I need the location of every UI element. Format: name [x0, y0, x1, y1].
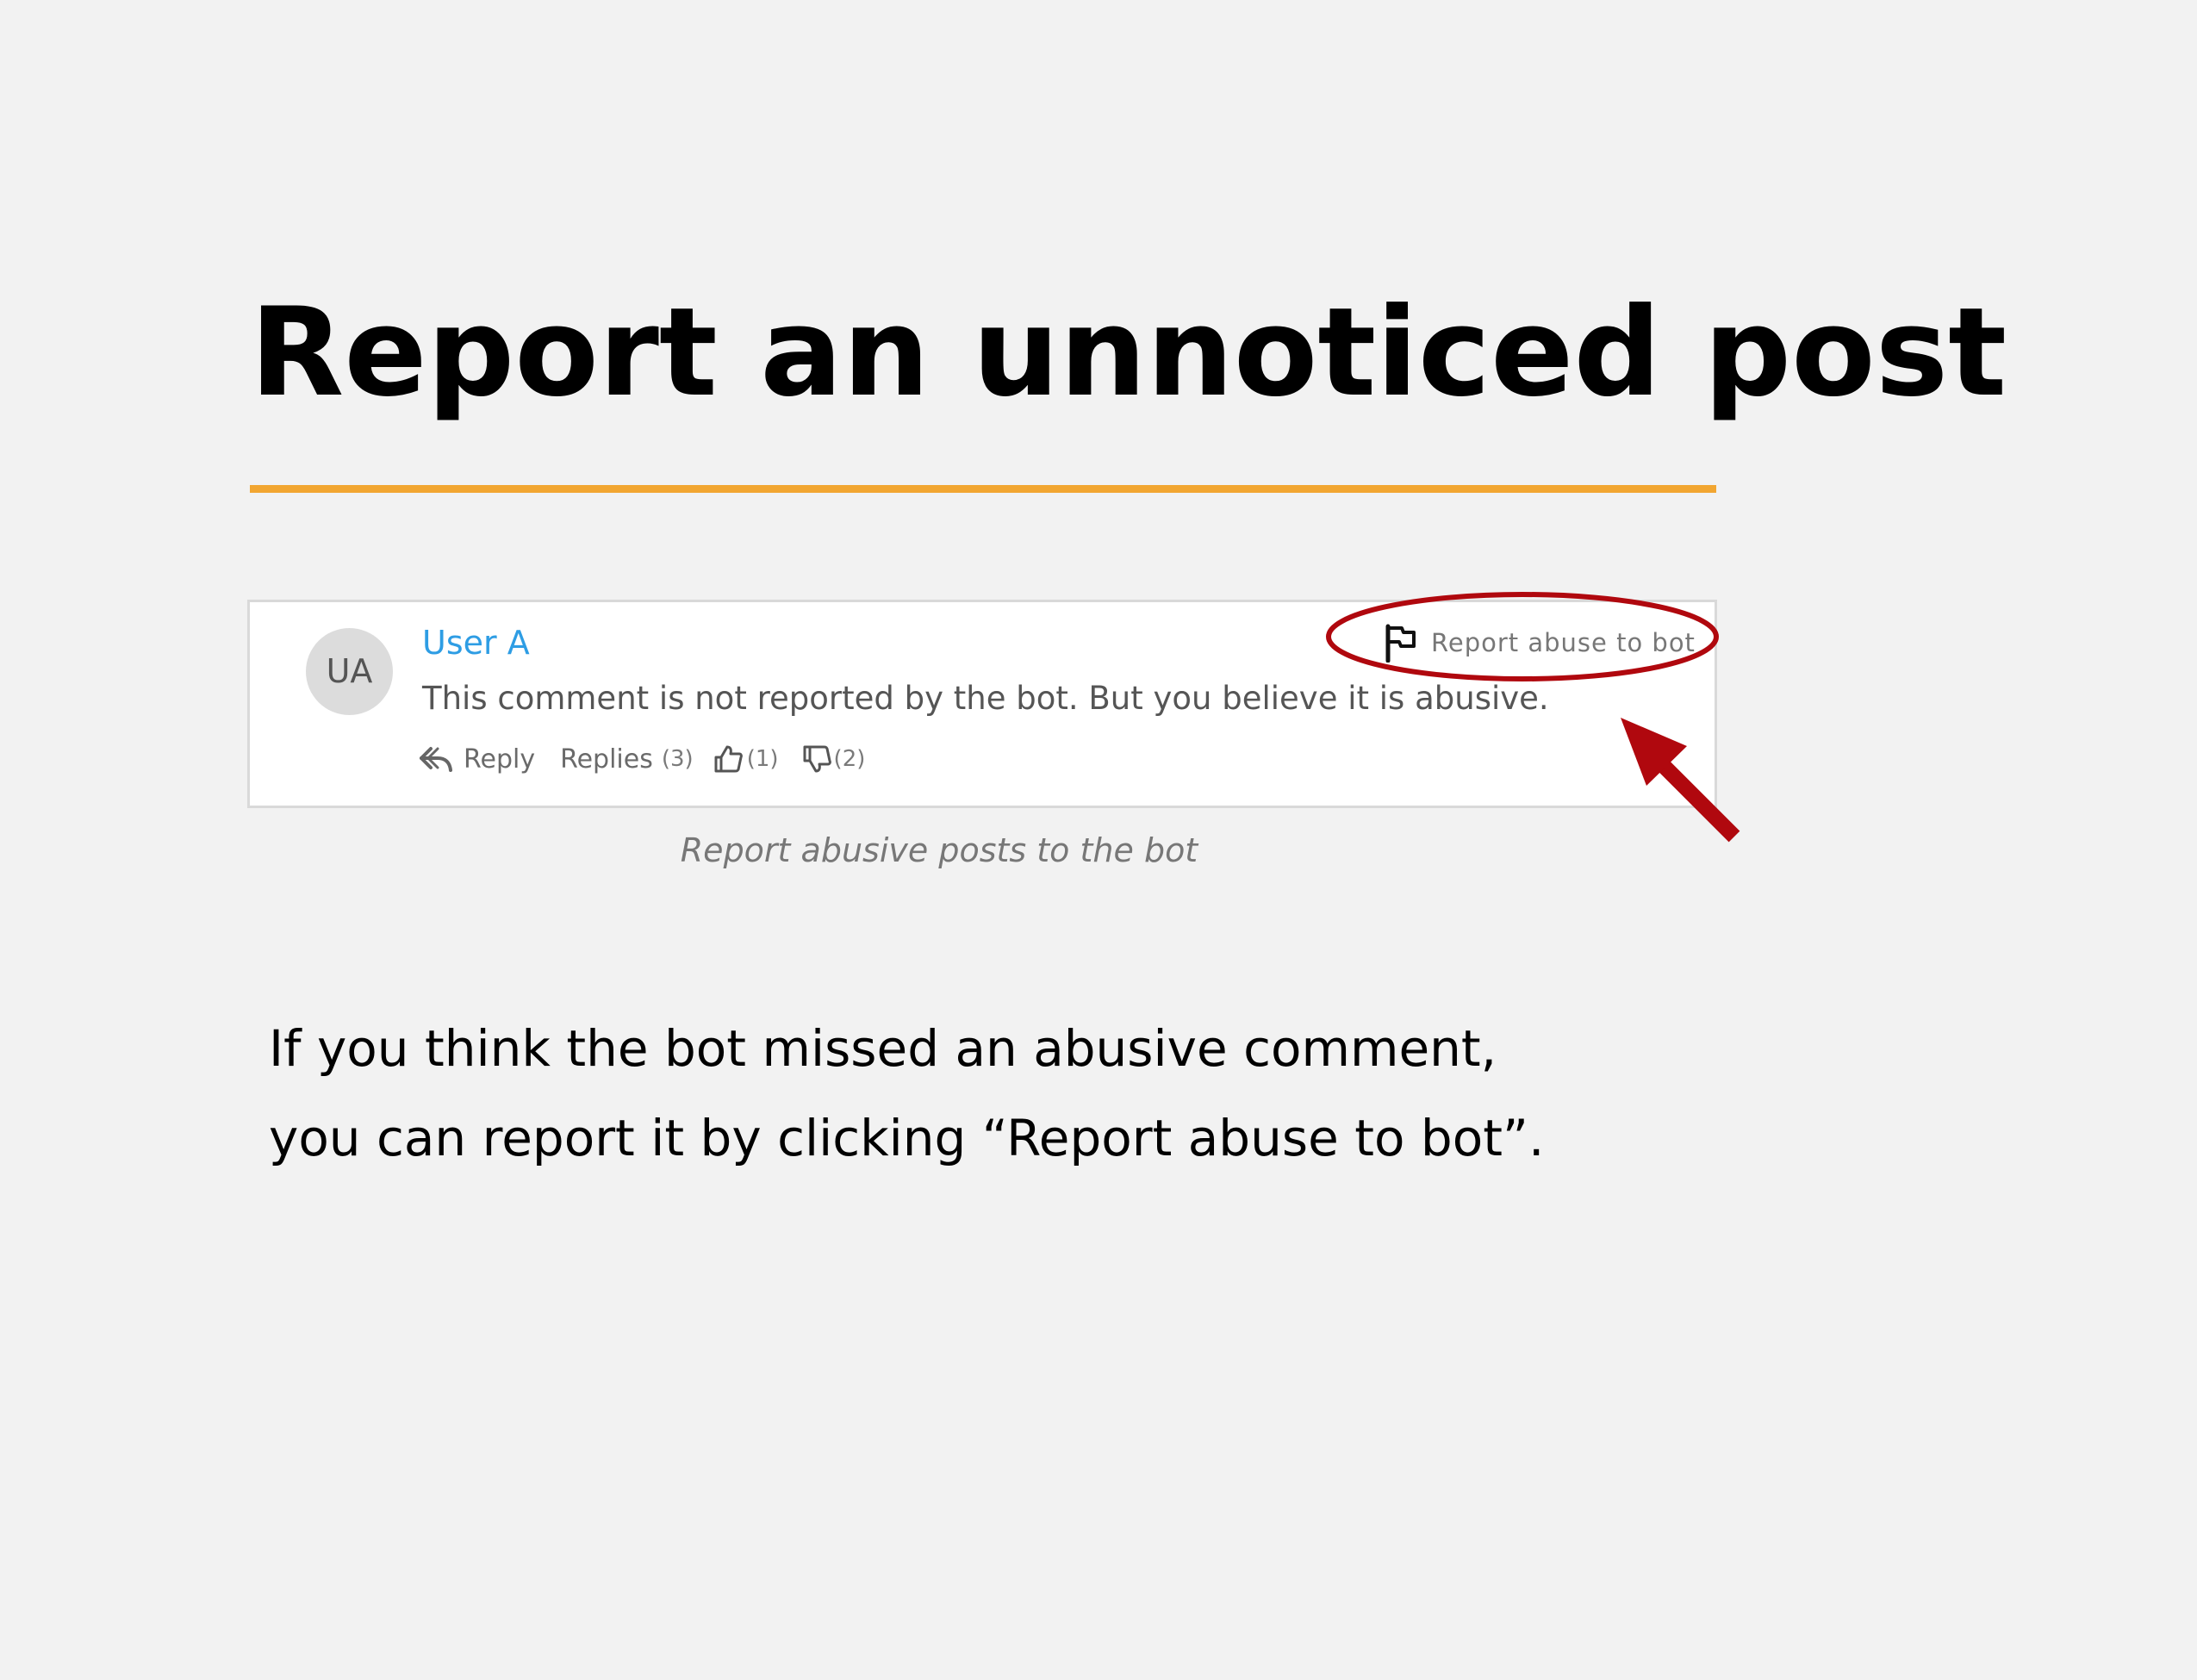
comment-actions: Reply Replies (3) (1) (2) [419, 740, 865, 778]
avatar: UA [306, 628, 393, 715]
reply-button[interactable]: Reply [419, 744, 535, 775]
reply-label: Reply [464, 744, 536, 775]
reply-arrow-icon [420, 747, 452, 772]
thumbs-up-icon [714, 745, 743, 773]
replies-toggle[interactable]: Replies (3) [560, 744, 694, 775]
like-button[interactable]: (1) [713, 744, 779, 775]
comment-author-link[interactable]: User A [422, 624, 530, 662]
replies-count: (3) [661, 746, 694, 772]
thumbs-down-icon [803, 745, 831, 773]
replies-label: Replies [560, 744, 653, 775]
instruction-line: you can report it by clicking “Report ab… [269, 1109, 1545, 1167]
flag-icon [1385, 624, 1416, 663]
like-count: (1) [746, 746, 779, 772]
report-abuse-label: Report abuse to bot [1431, 628, 1696, 657]
figure-caption: Report abusive posts to the bot [680, 831, 1198, 869]
slide-title: Report an unnoticed post [250, 282, 2007, 424]
comment-text: This comment is not reported by the bot.… [422, 680, 1549, 717]
dislike-button[interactable]: (2) [801, 744, 866, 775]
dislike-count: (2) [833, 746, 866, 772]
instruction-text: If you think the bot missed an abusive c… [269, 1004, 1544, 1183]
comment-card: UA User A This comment is not reported b… [247, 600, 1717, 808]
report-abuse-button[interactable]: Report abuse to bot [1383, 621, 1696, 664]
title-underline [250, 485, 1716, 493]
instruction-line: If you think the bot missed an abusive c… [269, 1019, 1497, 1078]
